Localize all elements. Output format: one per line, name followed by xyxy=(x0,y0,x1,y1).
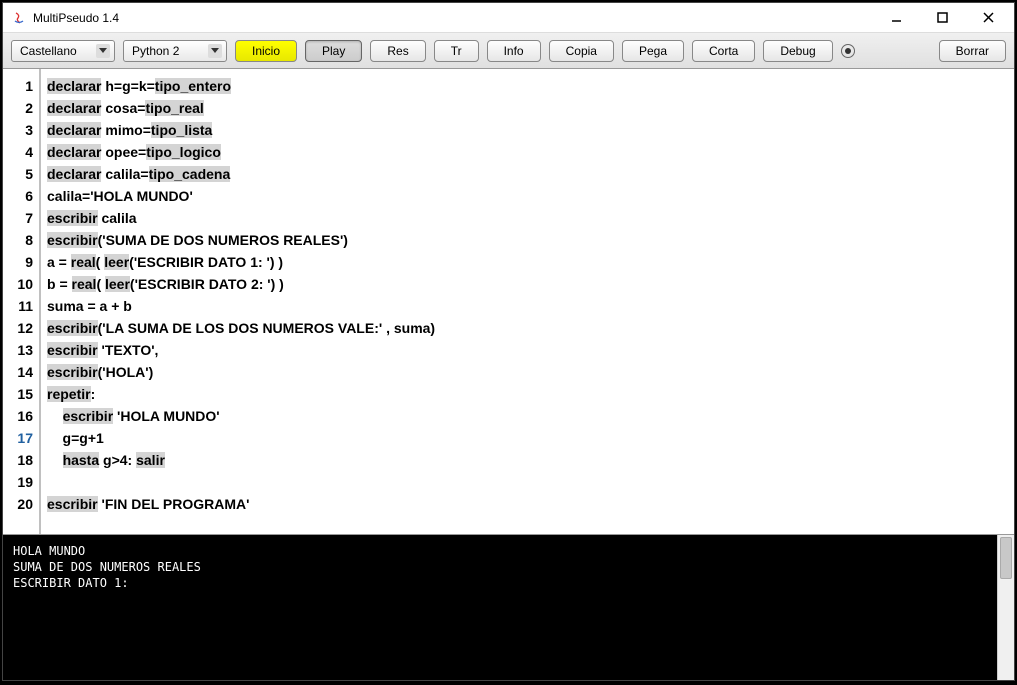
minimize-button[interactable] xyxy=(882,8,910,28)
corta-button[interactable]: Corta xyxy=(692,40,755,62)
radio-dot xyxy=(845,48,851,54)
res-button[interactable]: Res xyxy=(370,40,425,62)
line-number: 6 xyxy=(3,185,33,207)
line-number: 17 xyxy=(3,427,33,449)
java-icon xyxy=(11,10,27,26)
debug-radio[interactable] xyxy=(841,44,855,58)
code-editor[interactable]: declarar h=g=k=tipo_enterodeclarar cosa=… xyxy=(41,69,1014,534)
line-number: 18 xyxy=(3,449,33,471)
editor-area: 1 2 3 4 5 6 7 8 9 10 11 12 13 14 15 16 1… xyxy=(3,69,1014,535)
line-number: 5 xyxy=(3,163,33,185)
engine-dropdown-value: Python 2 xyxy=(132,44,204,58)
close-button[interactable] xyxy=(974,8,1002,28)
line-number: 1 xyxy=(3,75,33,97)
play-button[interactable]: Play xyxy=(305,40,362,62)
chevron-down-icon xyxy=(96,44,110,58)
language-dropdown-value: Castellano xyxy=(20,44,92,58)
line-number: 15 xyxy=(3,383,33,405)
line-number: 13 xyxy=(3,339,33,361)
info-button[interactable]: Info xyxy=(487,40,541,62)
line-number: 14 xyxy=(3,361,33,383)
line-number: 4 xyxy=(3,141,33,163)
line-number: 8 xyxy=(3,229,33,251)
debug-button[interactable]: Debug xyxy=(763,40,832,62)
console-scrollbar[interactable] xyxy=(997,535,1014,680)
line-number: 2 xyxy=(3,97,33,119)
window-title: MultiPseudo 1.4 xyxy=(33,11,882,25)
borrar-button[interactable]: Borrar xyxy=(939,40,1006,62)
copia-button[interactable]: Copia xyxy=(549,40,614,62)
line-number: 11 xyxy=(3,295,33,317)
line-number: 7 xyxy=(3,207,33,229)
maximize-button[interactable] xyxy=(928,8,956,28)
line-number: 19 xyxy=(3,471,33,493)
pega-button[interactable]: Pega xyxy=(622,40,684,62)
tr-button[interactable]: Tr xyxy=(434,40,479,62)
line-number: 16 xyxy=(3,405,33,427)
line-number: 10 xyxy=(3,273,33,295)
line-number: 9 xyxy=(3,251,33,273)
console-output[interactable]: HOLA MUNDO SUMA DE DOS NUMEROS REALES ES… xyxy=(3,535,997,680)
engine-dropdown[interactable]: Python 2 xyxy=(123,40,227,62)
inicio-button[interactable]: Inicio xyxy=(235,40,297,62)
console-area: HOLA MUNDO SUMA DE DOS NUMEROS REALES ES… xyxy=(3,535,1014,680)
chevron-down-icon xyxy=(208,44,222,58)
language-dropdown[interactable]: Castellano xyxy=(11,40,115,62)
line-number: 12 xyxy=(3,317,33,339)
titlebar: MultiPseudo 1.4 xyxy=(3,3,1014,33)
line-gutter: 1 2 3 4 5 6 7 8 9 10 11 12 13 14 15 16 1… xyxy=(3,69,41,534)
toolbar: Castellano Python 2 Inicio Play Res Tr I… xyxy=(3,33,1014,69)
scrollbar-thumb[interactable] xyxy=(1000,537,1012,579)
line-number: 3 xyxy=(3,119,33,141)
line-number: 20 xyxy=(3,493,33,515)
